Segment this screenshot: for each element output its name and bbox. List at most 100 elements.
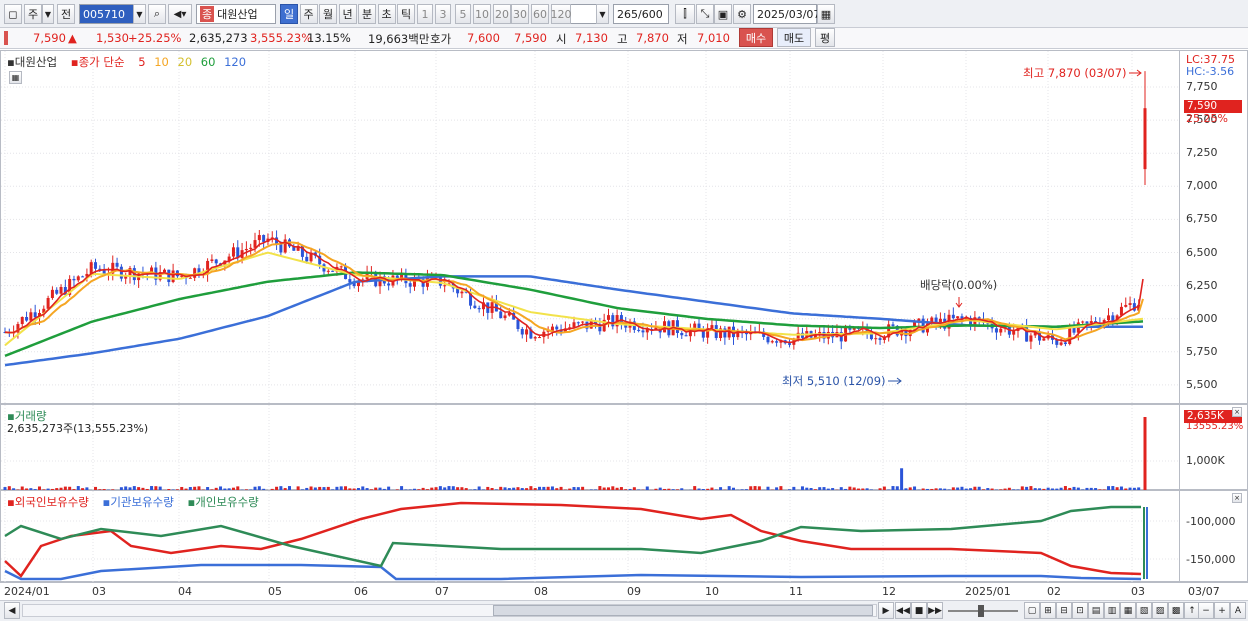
candle-body (473, 305, 477, 309)
holdings-tick-2: -150,000 (1186, 553, 1236, 566)
market-select[interactable]: 주 (24, 4, 42, 24)
candle-body (503, 315, 507, 319)
view-icon-8[interactable]: ▧ (1136, 602, 1152, 619)
candle-body (55, 289, 59, 294)
legend-institution-label: 기관보유수량 (110, 495, 174, 509)
holdings-axis: -100,000 -150,000 × (1180, 490, 1248, 582)
count-field[interactable]: 265/600 (613, 4, 669, 24)
tool-icon[interactable]: ⤡ (696, 4, 714, 24)
candle-body (878, 338, 882, 340)
interval-button-5[interactable]: 30 (511, 4, 529, 24)
candle-body (25, 316, 29, 321)
candle-body (1042, 338, 1046, 341)
candle-body (339, 266, 343, 268)
view-icon-9[interactable]: ▨ (1152, 602, 1168, 619)
interval-button-4[interactable]: 20 (493, 4, 511, 24)
scroll-track[interactable] (22, 604, 877, 617)
interval-button-1[interactable]: 3 (435, 4, 451, 24)
candle-body (891, 324, 895, 326)
rewind-icon[interactable]: ◀◀ (895, 602, 911, 619)
candle-body (788, 343, 792, 345)
hc-label: HC:-3.56 (1186, 65, 1235, 78)
code-input[interactable]: 005710 (79, 4, 135, 24)
price-pane[interactable]: ▪대원산업 ▪종가 단순 5 10 20 60 120 ▦ 최고 7,870 (… (0, 50, 1181, 405)
average-button[interactable]: 평 (815, 28, 835, 47)
holdings-pane[interactable]: ▪외국인보유수량 ▪기관보유수량 ▪개인보유수량 (0, 490, 1181, 583)
interval-button-0[interactable]: 1 (417, 4, 433, 24)
interval-button-6[interactable]: 60 (531, 4, 549, 24)
speaker-icon[interactable]: ◀▾ (168, 4, 192, 24)
market-dropdown-icon[interactable]: ▼ (42, 4, 54, 24)
candle-body (1012, 331, 1016, 335)
zoom-in-icon[interactable]: + (1214, 602, 1230, 619)
save-icon[interactable]: ▣ (714, 4, 732, 24)
candle-body (499, 311, 503, 319)
candle-body (257, 235, 261, 241)
code-dropdown-icon[interactable]: ▼ (133, 4, 146, 24)
holdings-close-icon[interactable]: × (1232, 493, 1242, 503)
sell-label: 매도 (783, 31, 805, 45)
period-tab-1[interactable]: 주 (299, 4, 318, 24)
low-label: 저 (677, 32, 688, 46)
view-icon-4[interactable]: ⊡ (1072, 602, 1088, 619)
stock-name-field[interactable]: 종 대원산업 (196, 4, 276, 24)
period-tab-3[interactable]: 년 (338, 4, 357, 24)
view-icon-6[interactable]: ▥ (1104, 602, 1120, 619)
scroll-left-icon[interactable]: ◀ (4, 602, 20, 619)
zoom-slider[interactable] (948, 605, 1018, 617)
date-input[interactable]: 2025/03/07 (753, 4, 820, 24)
zoom-slider-handle[interactable] (978, 605, 984, 617)
candle-icon[interactable]: ⫿ (675, 4, 695, 24)
candle-body (641, 330, 645, 333)
period-tab-6[interactable]: 틱 (397, 4, 415, 24)
price-legend: ▪대원산업 ▪종가 단순 5 10 20 60 120 (7, 54, 251, 70)
forward-icon[interactable]: ▶▶ (927, 602, 943, 619)
view-icon-7[interactable]: ▦ (1120, 602, 1136, 619)
sell-button[interactable]: 매도 (777, 28, 811, 47)
interval-dropdown-icon[interactable]: ▼ (596, 4, 609, 24)
grid-toggle-icon[interactable]: ▦ (9, 71, 22, 84)
candle-body (326, 270, 330, 272)
stop-icon[interactable]: ■ (911, 602, 927, 619)
view-icon-1[interactable]: ▢ (1024, 602, 1040, 619)
calendar-icon[interactable]: ▦ (817, 4, 835, 24)
interval-button-2[interactable]: 5 (455, 4, 471, 24)
candle-body (305, 256, 309, 262)
volume-pane[interactable]: ▪거래량 2,635,273주(13,555.23%) (0, 404, 1181, 491)
period-tab-5[interactable]: 초 (377, 4, 396, 24)
scroll-thumb[interactable] (493, 605, 873, 616)
candle-body (244, 248, 248, 251)
legend-foreign: ▪외국인보유수량 (7, 495, 89, 509)
interval-button-3[interactable]: 10 (473, 4, 491, 24)
search-icon[interactable]: ⌕ (148, 4, 166, 24)
period-tab-0[interactable]: 일 (280, 4, 298, 24)
view-icon-3[interactable]: ⊟ (1056, 602, 1072, 619)
candle-body (874, 338, 878, 340)
period-tab-2[interactable]: 월 (319, 4, 337, 24)
scroll-right-icon[interactable]: ▶ (878, 602, 894, 619)
candle-body (262, 235, 266, 242)
volume-close-icon[interactable]: × (1232, 407, 1242, 417)
candle-body (1025, 325, 1029, 342)
buy-button[interactable]: 매수 (739, 28, 773, 47)
zoom-out-icon[interactable]: − (1198, 602, 1214, 619)
layout-icon[interactable]: ◻ (4, 4, 22, 24)
price-tick-6: 6,250 (1186, 278, 1218, 292)
prev-button[interactable]: 전 (57, 4, 75, 24)
candle-body (443, 285, 447, 287)
interval-button-7[interactable]: 120 (551, 4, 572, 24)
gear-icon[interactable]: ⚙ (733, 4, 751, 24)
candle-body (193, 268, 197, 278)
view-icon-10[interactable]: ▩ (1168, 602, 1184, 619)
view-icon-2[interactable]: ⊞ (1040, 602, 1056, 619)
candle-body (119, 266, 123, 279)
candle-body (538, 337, 542, 339)
high-arrow-icon (1129, 69, 1142, 77)
font-size-icon[interactable]: A (1230, 602, 1246, 619)
up-arrow-icon: ▲ (68, 31, 77, 45)
individual-holdings-line (4, 505, 1141, 568)
view-icon-5[interactable]: ▤ (1088, 602, 1104, 619)
period-tab-4[interactable]: 분 (358, 4, 376, 24)
candle-body (460, 291, 464, 294)
volume-value: 2,635,273 (189, 31, 248, 45)
